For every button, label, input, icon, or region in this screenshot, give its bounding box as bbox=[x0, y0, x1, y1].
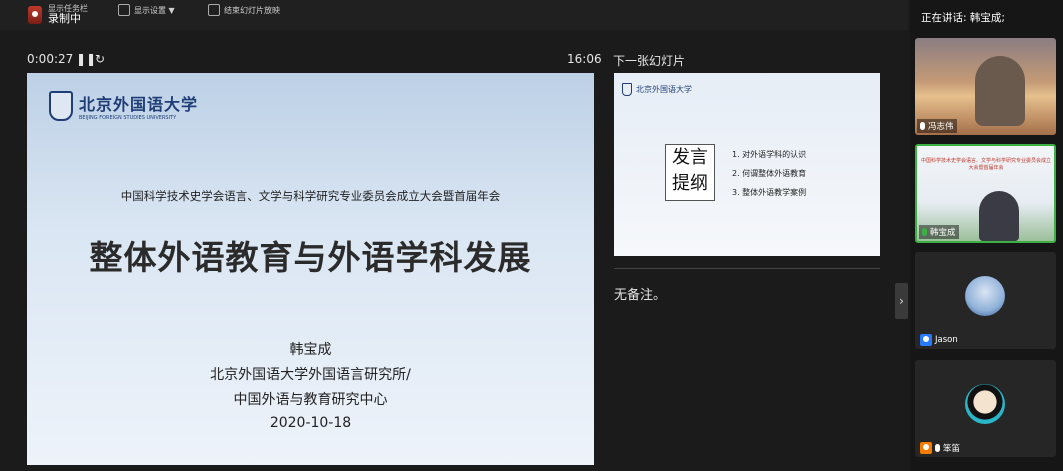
participant-name-tag: 韩宝成 bbox=[919, 225, 959, 239]
participant-name: 冯志伟 bbox=[928, 122, 954, 132]
avatar bbox=[965, 276, 1005, 316]
user-icon bbox=[920, 442, 932, 454]
next-slide-label: 下一张幻灯片 bbox=[613, 54, 686, 68]
pause-icon[interactable]: ❚❚ bbox=[76, 52, 96, 66]
record-icon bbox=[28, 5, 42, 24]
affiliation-line2: 中国外语与教育研究中心 bbox=[233, 392, 388, 408]
author-name: 韩宝成 bbox=[289, 342, 332, 358]
participant-video bbox=[975, 56, 1025, 126]
clock: 16:06 bbox=[567, 52, 602, 66]
mic-icon bbox=[935, 444, 940, 452]
end-show-button[interactable]: 结束幻灯片放映 bbox=[208, 4, 280, 16]
outline-box: 发言 提纲 bbox=[665, 144, 715, 201]
speaker-notes: 无备注。 bbox=[614, 288, 667, 303]
outline-item: 1. 对外语学科的认识 bbox=[732, 150, 807, 159]
notes-divider bbox=[614, 268, 880, 269]
next-slide-preview[interactable]: 北京外国语大学 发言 提纲 1. 对外语学科的认识 2. 何谓整体外语教育 3.… bbox=[614, 73, 880, 256]
elapsed-timer: 0:00:27 bbox=[27, 52, 74, 66]
shared-slide-text: 中国科学技术史学会语言、文学与科学研究专业委员会成立大会暨首届年会 bbox=[921, 158, 1052, 171]
recording-label: 录制中 bbox=[48, 12, 81, 25]
logo-en: BEIJING FOREIGN STUDIES UNIVERSITY bbox=[79, 115, 177, 121]
mic-icon bbox=[920, 122, 925, 130]
affiliation-line1: 北京外国语大学外国语言研究所/ bbox=[210, 367, 411, 383]
display-settings-label: 显示设置 ▼ bbox=[134, 5, 175, 15]
outline-item: 3. 整体外语教学案例 bbox=[732, 188, 807, 197]
display-settings-button[interactable]: 显示设置 ▼ bbox=[118, 4, 175, 16]
participant-tile[interactable]: 冯志伟 bbox=[915, 38, 1056, 135]
participant-name-tag: 笨笛 bbox=[917, 441, 963, 455]
outline-box-line1: 发言 bbox=[672, 147, 708, 168]
university-emblem-icon bbox=[49, 91, 73, 121]
next-slide-logo: 北京外国语大学 bbox=[622, 83, 692, 96]
end-show-label: 结束幻灯片放映 bbox=[224, 5, 280, 15]
chevron-right-icon[interactable]: › bbox=[895, 283, 908, 319]
participant-name-tag: Jason bbox=[917, 333, 961, 347]
monitor-icon bbox=[118, 4, 130, 16]
outline-item: 2. 何谓整体外语教育 bbox=[732, 169, 807, 178]
participant-video bbox=[979, 191, 1019, 241]
conference-title: 中国科学技术史学会语言、文学与科学研究专业委员会成立大会暨首届年会 bbox=[120, 189, 501, 203]
participant-name: 韩宝成 bbox=[930, 228, 956, 238]
recording-indicator[interactable]: 显示任务栏 录制中 bbox=[28, 4, 88, 25]
outline-box-line2: 提纲 bbox=[672, 173, 708, 194]
participant-tile[interactable]: Jason bbox=[915, 252, 1056, 349]
slide-date: 2020-10-18 bbox=[269, 415, 352, 431]
avatar bbox=[965, 384, 1005, 424]
participant-name-tag: 冯志伟 bbox=[917, 119, 957, 133]
participant-tile-active[interactable]: 中国科学技术史学会语言、文学与科学研究专业委员会成立大会暨首届年会 韩宝成 bbox=[915, 144, 1056, 243]
user-icon bbox=[920, 334, 932, 346]
participant-name: 笨笛 bbox=[943, 444, 961, 454]
restart-icon[interactable]: ↻ bbox=[95, 52, 105, 66]
current-slide: 北京外国语大学 BEIJING FOREIGN STUDIES UNIVERSI… bbox=[27, 73, 594, 465]
mic-active-icon bbox=[922, 228, 927, 236]
logo-cn: 北京外国语大学 bbox=[79, 95, 199, 114]
speaking-indicator: 正在讲话: 韩宝成; bbox=[921, 12, 1005, 24]
end-show-icon bbox=[208, 4, 220, 16]
presenter-toolbar: 显示任务栏 录制中 显示设置 ▼ 结束幻灯片放映 bbox=[0, 0, 908, 30]
outline-list: 1. 对外语学科的认识 2. 何谓整体外语教育 3. 整体外语教学案例 bbox=[732, 145, 806, 202]
slide-title: 整体外语教育与外语学科发展 bbox=[89, 238, 532, 277]
university-emblem-icon bbox=[622, 83, 632, 96]
participant-tile[interactable]: 笨笛 bbox=[915, 360, 1056, 457]
next-slide-logo-cn: 北京外国语大学 bbox=[636, 85, 692, 94]
university-logo: 北京外国语大学 BEIJING FOREIGN STUDIES UNIVERSI… bbox=[49, 91, 198, 121]
participant-name: Jason bbox=[935, 335, 958, 345]
